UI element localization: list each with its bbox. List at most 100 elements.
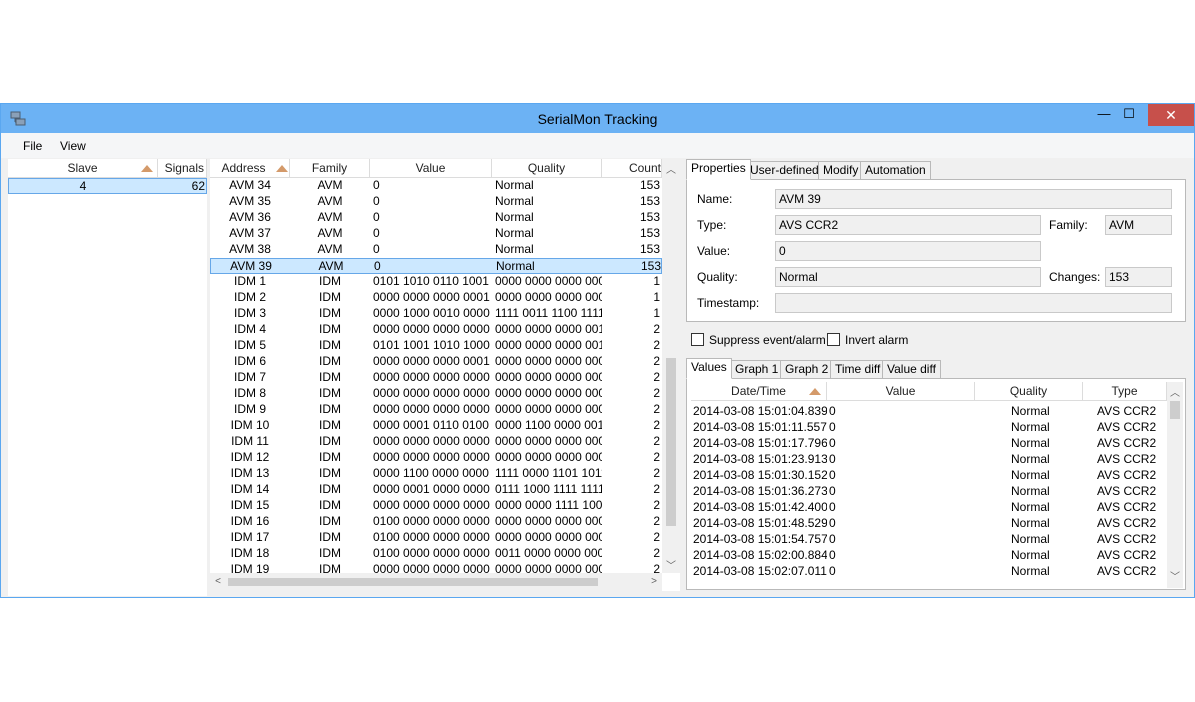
list-item[interactable]: 2014-03-08 15:02:07.011 0 Normal AVS CCR2: [691, 564, 1167, 580]
tab-value-diff[interactable]: Value diff: [882, 360, 941, 379]
table-row[interactable]: IDM 12 IDM 0000 0000 0000 0000 0000 0000 00…: [210, 450, 662, 466]
table-row[interactable]: IDM 3 IDM 0000 1000 0010 0000 1111 0011 110…: [210, 306, 662, 322]
column-header-count[interactable]: Count: [602, 159, 662, 178]
table-row[interactable]: AVM 38 AVM 0 Normal 153: [210, 242, 662, 258]
cell-datetime: 2014-03-08 15:01:54.757: [693, 532, 827, 546]
list-item[interactable]: 2014-03-08 15:01:23.913 0 Normal AVS CCR2: [691, 452, 1167, 468]
cell-address: IDM 5: [233, 338, 266, 352]
table-row[interactable]: IDM 1 IDM 0101 1010 0110 1001 0000 0000 000…: [210, 274, 662, 290]
table-row[interactable]: AVM 39 AVM 0 Normal 153: [210, 258, 662, 274]
tab-graph-2[interactable]: Graph 2: [780, 360, 834, 379]
value-field[interactable]: 0: [775, 241, 1041, 261]
cell-quality: 0000 0000 0000 0000: [495, 434, 602, 448]
list-item[interactable]: 2014-03-08 15:02:00.884 0 Normal AVS CCR2: [691, 548, 1167, 564]
table-row[interactable]: IDM 2 IDM 0000 0000 0000 0001 0000 0000 000…: [210, 290, 662, 306]
vertical-scrollbar[interactable]: ︿ ﹀: [662, 159, 680, 573]
name-field[interactable]: AVM 39: [775, 189, 1172, 209]
column-header-value[interactable]: Value: [370, 159, 492, 178]
column-header-family[interactable]: Family: [290, 159, 370, 178]
list-item[interactable]: 2014-03-08 15:01:17.796 0 Normal AVS CCR2: [691, 436, 1167, 452]
tab-time-diff[interactable]: Time diff: [830, 360, 886, 379]
column-header-quality[interactable]: Quality: [492, 159, 602, 178]
column-header-history-quality[interactable]: Quality: [975, 382, 1083, 401]
column-header-signals[interactable]: Signals: [158, 159, 207, 178]
table-row[interactable]: IDM 17 IDM 0100 0000 0000 0000 0000 0000 00…: [210, 530, 662, 546]
table-row[interactable]: IDM 15 IDM 0000 0000 0000 0000 0000 0000 11…: [210, 498, 662, 514]
column-header-datetime[interactable]: Date/Time: [691, 382, 827, 401]
cell-address: AVM 38: [229, 242, 271, 256]
table-row[interactable]: IDM 16 IDM 0100 0000 0000 0000 0000 0000 00…: [210, 514, 662, 530]
tab-user-defined[interactable]: User-defined: [745, 161, 824, 180]
cell-type: AVS CCR2: [1097, 468, 1157, 482]
suppress-label[interactable]: Suppress event/alarm: [709, 333, 826, 347]
cell-slave: 4: [79, 179, 87, 193]
scroll-right-icon[interactable]: >: [646, 576, 662, 587]
table-row[interactable]: IDM 4 IDM 0000 0000 0000 0000 0000 0000 000…: [210, 322, 662, 338]
list-item[interactable]: 2014-03-08 15:01:36.273 0 Normal AVS CCR2: [691, 484, 1167, 500]
table-row[interactable]: IDM 18 IDM 0100 0000 0000 0000 0011 0000 00…: [210, 546, 662, 562]
list-item[interactable]: 2014-03-08 15:01:42.400 0 Normal AVS CCR2: [691, 500, 1167, 516]
minimize-button[interactable]: —: [1090, 104, 1118, 126]
close-button[interactable]: ✕: [1148, 104, 1194, 126]
cell-value: 0: [373, 226, 380, 240]
cell-family: IDM: [319, 274, 341, 288]
table-row[interactable]: IDM 10 IDM 0000 0001 0110 0100 0000 1100 00…: [210, 418, 662, 434]
quality-field[interactable]: Normal: [775, 267, 1041, 287]
menu-file[interactable]: File: [23, 139, 42, 153]
cell-count: 153: [639, 178, 660, 192]
maximize-button[interactable]: ☐: [1115, 104, 1143, 126]
tab-graph-1[interactable]: Graph 1: [730, 360, 784, 379]
table-row[interactable]: AVM 37 AVM 0 Normal 153: [210, 226, 662, 242]
scroll-down-icon[interactable]: ﹀: [1167, 568, 1183, 583]
table-row[interactable]: AVM 36 AVM 0 Normal 153: [210, 210, 662, 226]
scroll-down-icon[interactable]: ﹀: [663, 557, 679, 572]
history-vertical-scrollbar[interactable]: ︿ ﹀: [1167, 382, 1183, 588]
menu-view[interactable]: View: [60, 139, 86, 153]
properties-panel: Name: AVM 39 Type: AVS CCR2 Family: AVM …: [686, 179, 1186, 322]
tab-automation[interactable]: Automation: [860, 161, 931, 180]
column-header-slave[interactable]: Slave: [8, 159, 158, 178]
cell-quality: 0000 0000 0000 0000: [495, 290, 602, 304]
list-item[interactable]: 2014-03-08 15:01:30.152 0 Normal AVS CCR2: [691, 468, 1167, 484]
type-field[interactable]: AVS CCR2: [775, 215, 1041, 235]
tab-properties[interactable]: Properties: [686, 159, 751, 180]
cell-value: 0: [829, 420, 836, 434]
table-row[interactable]: AVM 35 AVM 0 Normal 153: [210, 194, 662, 210]
list-item[interactable]: 2014-03-08 15:01:11.557 0 Normal AVS CCR2: [691, 420, 1167, 436]
table-row[interactable]: IDM 13 IDM 0000 1100 0000 0000 1111 0000 11…: [210, 466, 662, 482]
scrollbar-thumb[interactable]: [666, 358, 676, 526]
horizontal-scrollbar[interactable]: < >: [210, 573, 662, 591]
table-row[interactable]: IDM 8 IDM 0000 0000 0000 0000 0000 0000 000…: [210, 386, 662, 402]
changes-field[interactable]: 153: [1105, 267, 1172, 287]
column-header-history-value[interactable]: Value: [827, 382, 975, 401]
list-item[interactable]: 2014-03-08 15:01:48.529 0 Normal AVS CCR2: [691, 516, 1167, 532]
table-row[interactable]: IDM 6 IDM 0000 0000 0000 0001 0000 0000 000…: [210, 354, 662, 370]
cell-quality: Normal: [495, 242, 534, 256]
list-item[interactable]: 2014-03-08 15:01:04.839 0 Normal AVS CCR2: [691, 404, 1167, 420]
scrollbar-thumb[interactable]: [1170, 401, 1180, 419]
column-header-type[interactable]: Type: [1083, 382, 1167, 401]
table-row[interactable]: 4 62: [8, 178, 207, 194]
scrollbar-thumb[interactable]: [228, 578, 598, 586]
invert-checkbox[interactable]: [827, 333, 840, 346]
tab-modify[interactable]: Modify: [818, 161, 864, 180]
suppress-checkbox[interactable]: [691, 333, 704, 346]
cell-type: AVS CCR2: [1097, 532, 1157, 546]
table-row[interactable]: IDM 14 IDM 0000 0001 0000 0000 0111 1000 11…: [210, 482, 662, 498]
invert-label[interactable]: Invert alarm: [845, 333, 908, 347]
table-row[interactable]: IDM 7 IDM 0000 0000 0000 0000 0000 0000 000…: [210, 370, 662, 386]
scroll-up-icon[interactable]: ︿: [1167, 384, 1183, 399]
family-field[interactable]: AVM: [1105, 215, 1172, 235]
cell-type: AVS CCR2: [1097, 548, 1157, 562]
table-row[interactable]: IDM 5 IDM 0101 1001 1010 1000 0000 0000 000…: [210, 338, 662, 354]
table-row[interactable]: IDM 9 IDM 0000 0000 0000 0000 0000 0000 000…: [210, 402, 662, 418]
table-row[interactable]: AVM 34 AVM 0 Normal 153: [210, 178, 662, 194]
scroll-up-icon[interactable]: ︿: [663, 161, 679, 176]
timestamp-field[interactable]: [775, 293, 1172, 313]
column-header-address[interactable]: Address: [210, 159, 290, 178]
scroll-left-icon[interactable]: <: [210, 576, 226, 587]
table-row[interactable]: IDM 11 IDM 0000 0000 0000 0000 0000 0000 00…: [210, 434, 662, 450]
list-item[interactable]: 2014-03-08 15:01:54.757 0 Normal AVS CCR2: [691, 532, 1167, 548]
tab-values[interactable]: Values: [686, 358, 732, 379]
title-bar[interactable]: SerialMon Tracking — ☐ ✕: [1, 104, 1194, 133]
